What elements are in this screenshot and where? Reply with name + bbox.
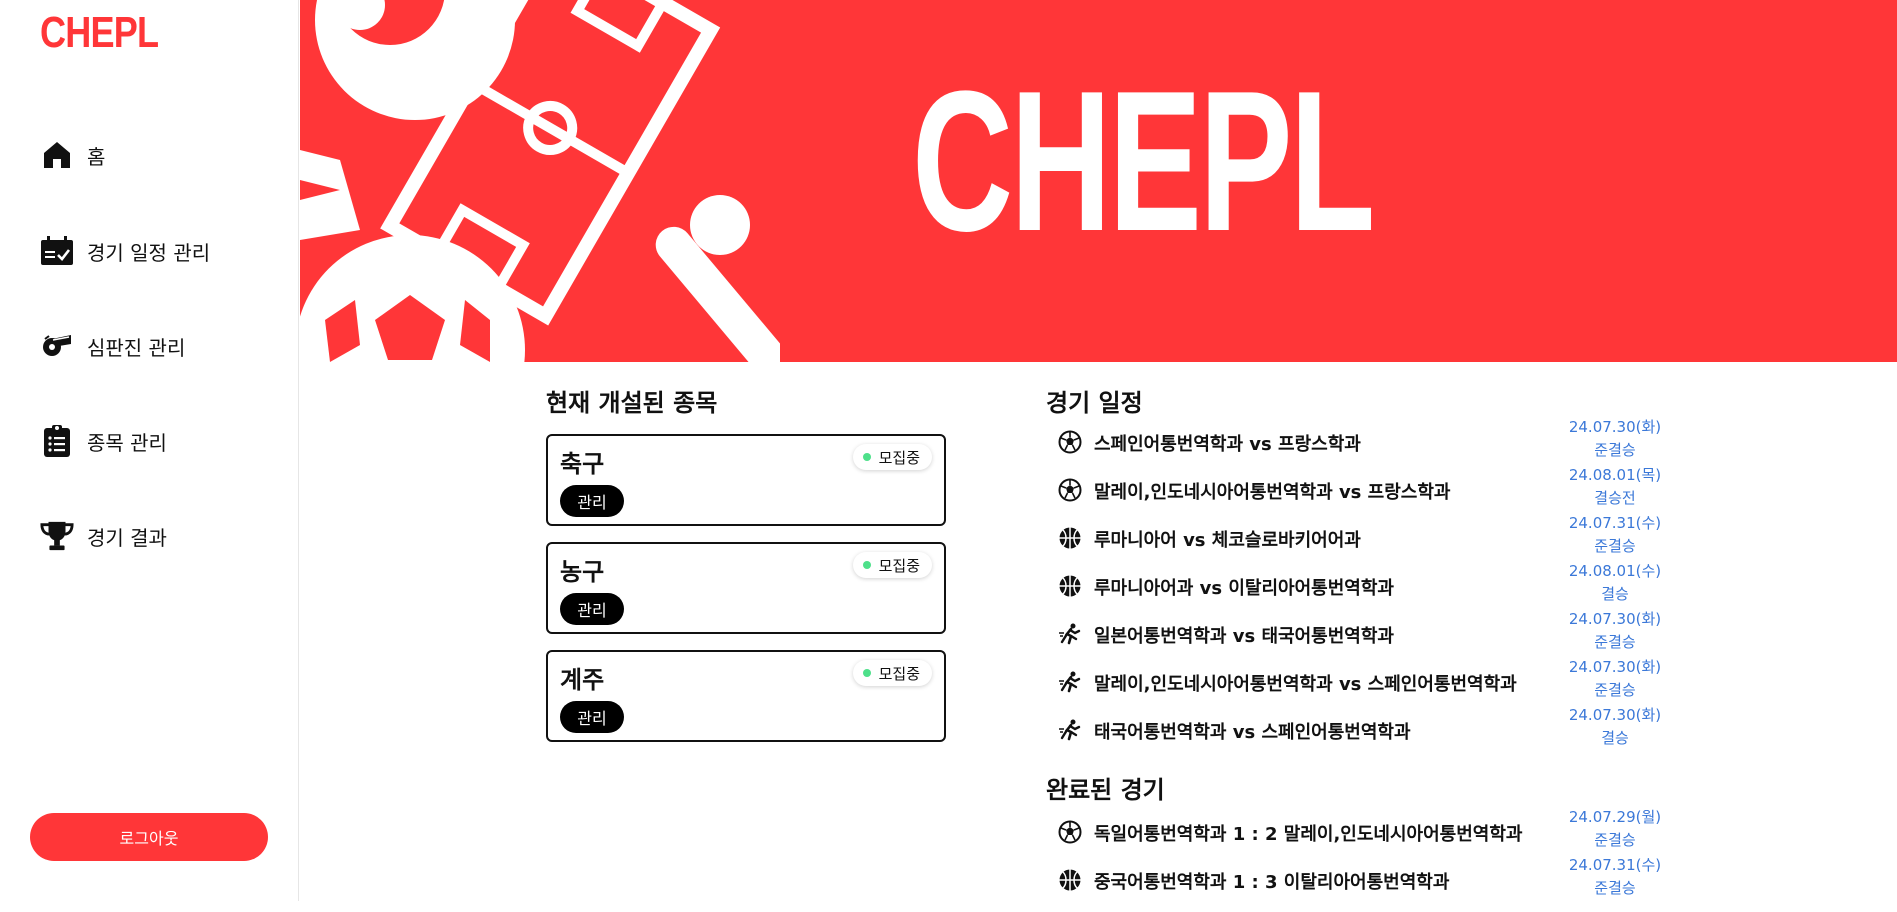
match-date: 24.08.01(수): [1568, 562, 1662, 580]
match-round: 준결승: [1594, 831, 1636, 849]
match-teams: 말레이,인도네시아어통번역학과 vs 스페인어통번역학과: [1094, 674, 1517, 695]
sidebar: CHEPL 홈 경기 일정 관리 심판진 관리 종목 관리 경기 결과 로그아웃: [0, 0, 299, 901]
sport-name: 축구: [560, 450, 605, 478]
match-teams: 독일어통번역학과 1 : 2 말레이,인도네시아어통번역학과: [1094, 824, 1523, 845]
nav-item-referee-management[interactable]: 심판진 관리: [40, 329, 185, 363]
status-badge: 모집중: [852, 444, 932, 470]
sport-name: 계주: [560, 666, 605, 694]
match-meta: 24.07.30(화) 결승: [1550, 704, 1680, 750]
whistle-icon: [40, 329, 74, 363]
nav-label-referee-management: 심판진 관리: [87, 335, 186, 360]
runner-icon: [1058, 622, 1082, 646]
match-meta: 24.08.01(수) 결승: [1550, 560, 1680, 606]
match-meta: 24.08.01(목) 결승전: [1550, 464, 1680, 510]
match-round: 준결승: [1594, 537, 1636, 555]
match-round: 결승전: [1594, 489, 1636, 507]
match-teams: 루마니아어 vs 체코슬로바키어어과: [1094, 530, 1361, 551]
match-date: 24.08.01(목): [1568, 466, 1662, 484]
match-meta: 24.07.29(월) 준결승: [1550, 806, 1680, 852]
trophy-icon: [40, 519, 74, 553]
match-date: 24.07.31(수): [1568, 514, 1662, 532]
match-teams: 루마니아어과 vs 이탈리아어통번역학과: [1094, 578, 1394, 599]
status-badge: 모집중: [852, 552, 932, 578]
status-dot: [862, 561, 871, 569]
nav-item-sport-management[interactable]: 종목 관리: [40, 424, 167, 458]
match-round: 결승: [1601, 585, 1629, 603]
manage-button[interactable]: 관리: [560, 485, 624, 517]
match-meta: 24.07.30(화) 준결승: [1550, 608, 1680, 654]
match-round: 준결승: [1594, 681, 1636, 699]
match-date: 24.07.31(수): [1568, 856, 1662, 874]
basketball-icon: [1058, 574, 1082, 598]
match-teams: 말레이,인도네시아어통번역학과 vs 프랑스학과: [1094, 482, 1451, 503]
match-meta: 24.07.30(화) 준결승: [1550, 416, 1680, 462]
sport-name: 농구: [560, 558, 605, 586]
basketball-icon: [1058, 868, 1082, 892]
sports-equipment-illustration: [300, 0, 780, 362]
runner-icon: [1058, 718, 1082, 742]
match-round: 준결승: [1594, 879, 1636, 897]
schedule-title: 경기 일정: [1046, 389, 1143, 417]
banner-title: CHEPL: [912, 50, 1375, 273]
match-date: 24.07.30(화): [1568, 658, 1662, 676]
match-date: 24.07.30(화): [1568, 610, 1662, 628]
sport-card-relay: 계주 모집중 관리: [546, 650, 946, 742]
current-sports-title: 현재 개설된 종목: [546, 389, 718, 417]
sport-card-soccer: 축구 모집중 관리: [546, 434, 946, 526]
nav-item-schedule-management[interactable]: 경기 일정 관리: [40, 234, 210, 268]
match-meta: 24.07.31(수) 준결승: [1550, 854, 1680, 900]
match-date: 24.07.30(화): [1568, 418, 1662, 436]
match-teams: 태국어통번역학과 vs 스페인어통번역학과: [1094, 722, 1411, 743]
match-date: 24.07.29(월): [1568, 808, 1662, 826]
status-label: 모집중: [878, 664, 920, 683]
match-round: 준결승: [1594, 633, 1636, 651]
logout-button[interactable]: 로그아웃: [30, 813, 268, 861]
match-meta: 24.07.30(화) 준결승: [1550, 656, 1680, 702]
home-icon: [40, 138, 74, 172]
match-teams: 중국어통번역학과 1 : 3 이탈리아어통번역학과: [1094, 872, 1450, 893]
manage-button[interactable]: 관리: [560, 593, 624, 625]
status-dot: [862, 453, 871, 461]
basketball-icon: [1058, 526, 1082, 550]
status-dot: [862, 669, 871, 677]
nav-item-home[interactable]: 홈: [40, 138, 105, 172]
match-round: 준결승: [1594, 441, 1636, 459]
nav-label-home: 홈: [87, 144, 106, 169]
soccer-ball-icon: [1058, 820, 1082, 844]
match-meta: 24.07.31(수) 준결승: [1550, 512, 1680, 558]
completed-title: 완료된 경기: [1046, 776, 1165, 804]
sport-card-basketball: 농구 모집중 관리: [546, 542, 946, 634]
match-teams: 스페인어통번역학과 vs 프랑스학과: [1094, 434, 1361, 455]
match-teams: 일본어통번역학과 vs 태국어통번역학과: [1094, 626, 1394, 647]
nav-item-match-results[interactable]: 경기 결과: [40, 519, 167, 553]
calendar-check-icon: [40, 234, 74, 268]
status-label: 모집중: [878, 448, 920, 467]
runner-icon: [1058, 670, 1082, 694]
clipboard-list-icon: [40, 424, 74, 458]
nav-label-sport-management: 종목 관리: [87, 430, 167, 455]
manage-button[interactable]: 관리: [560, 701, 624, 733]
status-badge: 모집중: [852, 660, 932, 686]
soccer-ball-icon: [1058, 430, 1082, 454]
hero-banner: CHEPL: [300, 0, 1897, 362]
match-round: 결승: [1601, 729, 1629, 747]
status-label: 모집중: [878, 556, 920, 575]
app-logo[interactable]: CHEPL: [40, 8, 159, 58]
soccer-ball-icon: [1058, 478, 1082, 502]
nav-label-match-results: 경기 결과: [87, 525, 167, 550]
nav-label-schedule-management: 경기 일정 관리: [87, 240, 211, 265]
match-date: 24.07.30(화): [1568, 706, 1662, 724]
